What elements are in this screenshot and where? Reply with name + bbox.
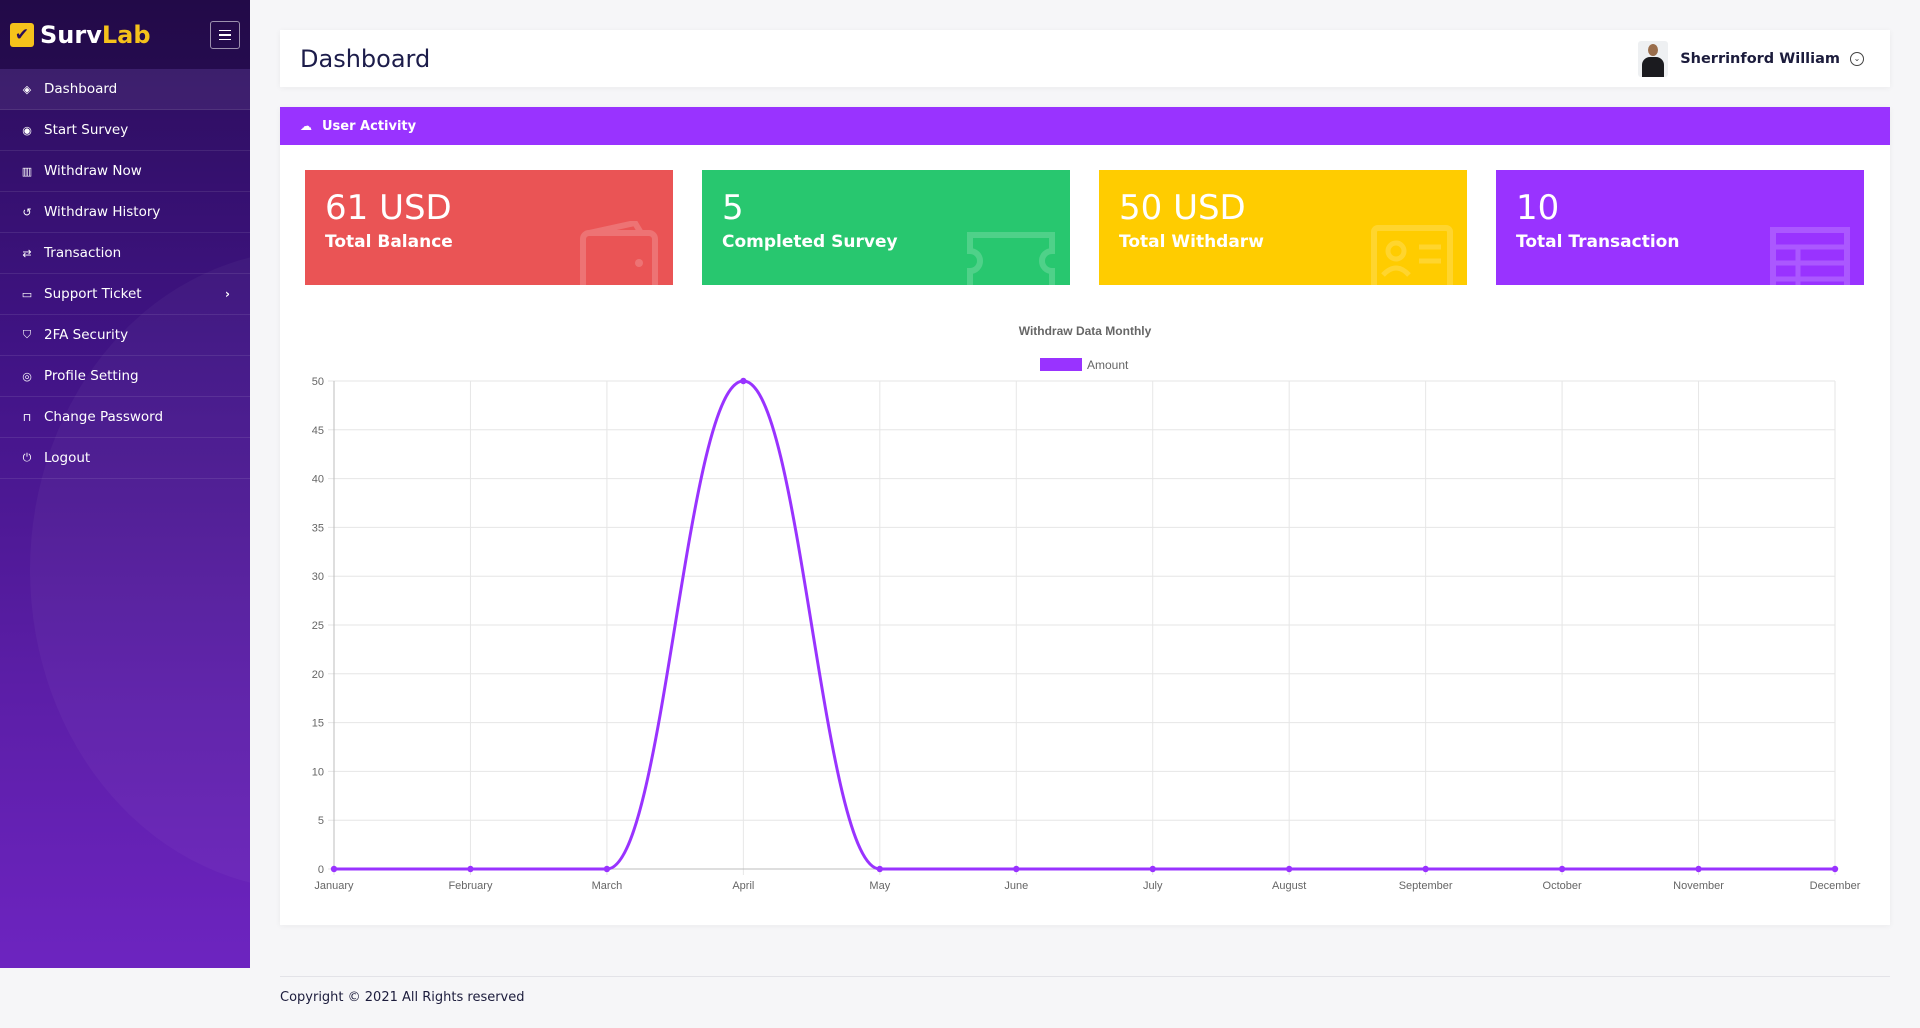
logo-text-part1: Surv <box>40 20 102 49</box>
x-tick-label: April <box>732 880 754 892</box>
chevron-down-icon[interactable]: ⌄ <box>1850 51 1864 66</box>
ticket-icon: ▭ <box>21 287 33 301</box>
sidebar-item-change-password[interactable]: ⊓ Change Password <box>0 397 250 438</box>
data-point-december[interactable] <box>1831 865 1839 873</box>
avatar[interactable] <box>1638 40 1669 77</box>
user-menu[interactable]: Sherrinford William ⌄ <box>1638 30 1864 87</box>
y-tick-label: 20 <box>312 669 324 681</box>
top-header: Dashboard Sherrinford William ⌄ <box>280 30 1890 87</box>
legend-swatch <box>1040 358 1082 371</box>
sidebar-item-label: Support Ticket <box>44 286 142 302</box>
play-circle-icon: ◉ <box>22 123 32 137</box>
data-point-february[interactable] <box>467 865 474 873</box>
x-axis: January February March April May June July Augu… <box>314 880 1860 892</box>
data-point-september[interactable] <box>1422 865 1429 873</box>
avatar-head <box>1648 43 1659 56</box>
page-title: Dashboard <box>300 44 431 73</box>
brand: ✔ SurvLab <box>0 0 250 69</box>
data-point-march[interactable] <box>603 865 611 873</box>
sidebar-item-label: Start Survey <box>44 122 129 138</box>
sidebar-item-transaction[interactable]: ⇄ Transaction <box>0 233 250 274</box>
chart-grid <box>328 380 1836 875</box>
data-point-june[interactable] <box>1013 865 1020 873</box>
x-tick-label: July <box>1143 880 1163 892</box>
x-tick-label: October <box>1543 880 1582 892</box>
footer-copyright: Copyright © 2021 All Rights reserved <box>280 990 525 1005</box>
sidebar-item-label: 2FA Security <box>44 327 129 343</box>
bank-icon: ▥ <box>21 164 33 178</box>
logo-text[interactable]: SurvLab <box>40 21 151 49</box>
data-point-october[interactable] <box>1558 865 1566 873</box>
sidebar-item-dashboard[interactable]: ◈ Dashboard <box>0 69 250 110</box>
sidebar-item-2fa-security[interactable]: ⛉ 2FA Security <box>0 315 250 356</box>
layers-icon: ◈ <box>22 82 32 96</box>
y-tick-label: 25 <box>312 620 324 632</box>
data-point-may[interactable] <box>876 865 884 873</box>
x-tick-label: January <box>314 880 354 892</box>
x-tick-label: December <box>1810 880 1861 892</box>
y-tick-label: 5 <box>318 815 324 827</box>
history-icon: ↺ <box>22 205 32 219</box>
sidebar-item-label: Dashboard <box>44 81 118 97</box>
y-tick-label: 35 <box>312 522 324 534</box>
exchange-icon: ⇄ <box>22 246 32 260</box>
y-tick-label: 15 <box>312 718 324 730</box>
x-tick-label: February <box>448 880 493 892</box>
y-tick-label: 45 <box>312 425 324 437</box>
y-tick-label: 40 <box>312 474 324 486</box>
withdraw-line-chart: Withdraw Data Monthly Amount 0 5 10 15 20 25 3… <box>312 324 1861 892</box>
sidebar-item-label: Withdraw Now <box>44 163 142 179</box>
shield-icon: ⛉ <box>22 328 32 341</box>
sidebar-nav: ◈ Dashboard ◉ Start Survey ▥ Withdraw No… <box>0 69 250 479</box>
chevron-right-icon: › <box>225 287 230 301</box>
x-tick-label: September <box>1399 880 1453 892</box>
hamburger-line <box>219 34 231 36</box>
avatar-body <box>1642 56 1665 77</box>
data-point-august[interactable] <box>1285 865 1293 873</box>
x-tick-label: March <box>592 880 623 892</box>
sidebar-item-support-ticket[interactable]: ▭ Support Ticket › <box>0 274 250 315</box>
data-point-january[interactable] <box>330 865 338 873</box>
menu-toggle-button[interactable] <box>210 21 240 49</box>
user-circle-icon: ◎ <box>22 369 32 383</box>
user-name[interactable]: Sherrinford William <box>1680 51 1840 67</box>
logo-check-icon: ✔ <box>10 22 34 47</box>
y-tick-label: 30 <box>312 571 324 583</box>
sidebar: ✔ SurvLab ◈ Dashboard ◉ Start Survey ▥ W… <box>0 0 250 968</box>
hamburger-line <box>219 29 231 32</box>
data-point-july[interactable] <box>1149 865 1156 873</box>
y-tick-label: 50 <box>312 376 324 388</box>
data-point-april[interactable] <box>740 377 747 385</box>
x-tick-label: November <box>1673 880 1724 892</box>
hamburger-line <box>219 38 231 41</box>
sidebar-item-label: Logout <box>44 450 91 466</box>
sidebar-item-withdraw-now[interactable]: ▥ Withdraw Now <box>0 151 250 192</box>
y-tick-label: 0 <box>318 864 324 876</box>
y-tick-label: 10 <box>312 766 324 778</box>
data-point-november[interactable] <box>1695 865 1702 873</box>
sidebar-item-label: Withdraw History <box>44 204 161 220</box>
sidebar-item-label: Transaction <box>44 245 122 261</box>
sidebar-item-start-survey[interactable]: ◉ Start Survey <box>0 110 250 151</box>
user-activity-panel: ☁ User Activity 61 USD Total Balance 5 C… <box>280 107 1890 925</box>
chart-title: Withdraw Data Monthly <box>1019 324 1152 338</box>
power-icon: ⏻ <box>22 451 32 464</box>
legend-label: Amount <box>1087 358 1129 372</box>
x-tick-label: June <box>1004 880 1028 892</box>
y-axis: 0 5 10 15 20 25 30 35 40 45 50 <box>312 376 324 876</box>
sidebar-item-withdraw-history[interactable]: ↺ Withdraw History <box>0 192 250 233</box>
x-tick-label: May <box>869 880 890 892</box>
lock-icon: ⊓ <box>22 410 32 424</box>
sidebar-item-label: Change Password <box>44 409 164 425</box>
logo-text-part2: Lab <box>101 20 151 49</box>
sidebar-item-profile-setting[interactable]: ◎ Profile Setting <box>0 356 250 397</box>
footer-divider <box>280 976 1890 977</box>
sidebar-item-label: Profile Setting <box>44 368 139 384</box>
sidebar-item-logout[interactable]: ⏻ Logout <box>0 438 250 479</box>
x-tick-label: August <box>1272 880 1306 892</box>
